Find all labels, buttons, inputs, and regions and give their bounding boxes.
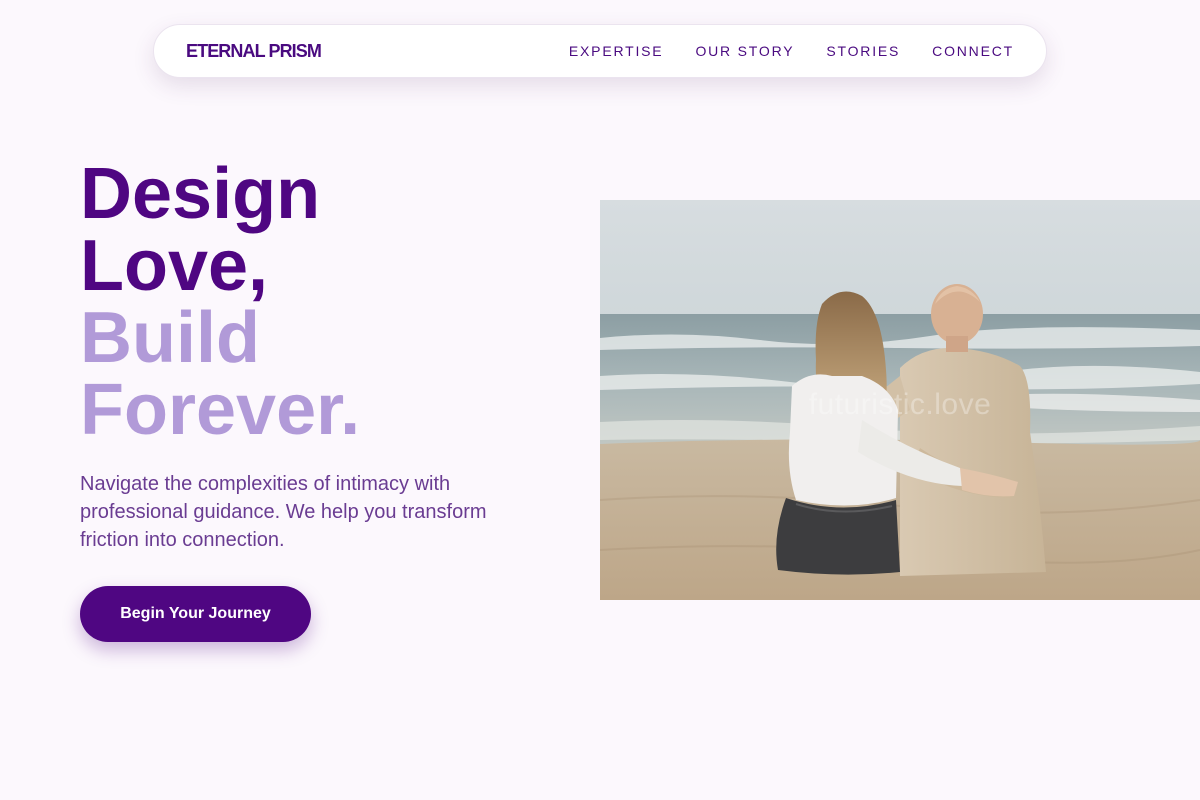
image-watermark: futuristic.love	[808, 388, 992, 421]
brand-logo[interactable]: ETERNAL PRISM	[186, 41, 322, 62]
headline-line-forever: Forever.	[80, 370, 361, 450]
headline-line-love: Love,	[80, 226, 269, 306]
hero-description: Navigate the complexities of intimacy wi…	[80, 473, 487, 551]
nav-links: EXPERTISE OUR STORY STORIES CONNECT	[569, 43, 1014, 59]
nav-link-expertise[interactable]: EXPERTISE	[569, 43, 664, 59]
top-navbar: ETERNAL PRISM EXPERTISE OUR STORY STORIE…	[153, 24, 1047, 78]
begin-journey-button[interactable]: Begin Your Journey	[80, 586, 311, 642]
hero-photo-couple-beach: futuristic.love	[600, 200, 1200, 600]
headline-line-design: Design	[80, 154, 321, 234]
headline-line-build: Build	[80, 298, 260, 378]
nav-link-stories[interactable]: STORIES	[826, 43, 900, 59]
nav-link-our-story[interactable]: OUR STORY	[695, 43, 794, 59]
hero-headline: Design Love, Build Forever.	[80, 158, 360, 446]
nav-link-connect[interactable]: CONNECT	[932, 43, 1014, 59]
